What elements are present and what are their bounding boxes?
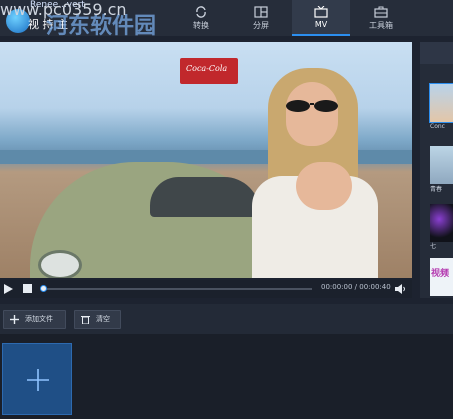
plus-icon (27, 369, 49, 391)
play-icon[interactable] (3, 284, 13, 294)
tv-icon (314, 6, 328, 18)
trash-icon (81, 316, 90, 324)
sunglasses-icon (286, 100, 338, 112)
template-preview-text: 视频 (431, 269, 450, 279)
template-label: 七 (430, 243, 437, 250)
add-file-button[interactable]: 添加文件 (3, 310, 66, 329)
tab-toolbox[interactable]: 工具箱 (352, 0, 410, 36)
watermark-url: www.pc0359.cn (0, 0, 127, 19)
progress-handle[interactable] (40, 285, 47, 292)
tab-convert-label: 转换 (193, 21, 209, 30)
template-label: Conc (430, 123, 445, 130)
playback-time: 00:00:00 / 00:00:40 (321, 283, 391, 291)
toolbox-icon (374, 6, 388, 18)
action-bar: 添加文件 清空 (0, 304, 453, 334)
clear-label: 清空 (96, 315, 110, 323)
add-file-label: 添加文件 (25, 315, 53, 323)
player-controls: 00:00:00 / 00:00:40 (0, 280, 412, 298)
refresh-icon (196, 6, 206, 18)
template-thumb-youth[interactable] (430, 146, 453, 184)
add-media-tile[interactable] (2, 343, 72, 415)
video-arm (296, 162, 352, 210)
plus-icon (10, 315, 19, 324)
tab-convert[interactable]: 转换 (172, 0, 230, 36)
template-panel-header (420, 42, 453, 64)
video-car-window (150, 177, 260, 217)
tab-split-label: 分屏 (253, 21, 269, 30)
template-label: 青春 (430, 186, 443, 193)
tab-mv[interactable]: MV (292, 0, 350, 36)
template-thumb-concert[interactable] (429, 83, 453, 123)
video-face (286, 82, 338, 146)
tab-split-screen[interactable]: 分屏 (232, 0, 290, 36)
tab-mv-label: MV (314, 20, 328, 29)
video-headlight (38, 250, 82, 278)
template-thumb-qixi[interactable] (430, 204, 453, 242)
stop-icon[interactable] (23, 284, 32, 293)
progress-track[interactable] (42, 288, 312, 290)
video-preview[interactable]: Coca-Cola (0, 42, 412, 278)
split-screen-icon (254, 6, 268, 18)
volume-icon[interactable] (395, 284, 406, 294)
tab-toolbox-label: 工具箱 (369, 21, 393, 30)
clear-button[interactable]: 清空 (74, 310, 121, 329)
video-box-label: Coca-Cola (186, 64, 228, 73)
